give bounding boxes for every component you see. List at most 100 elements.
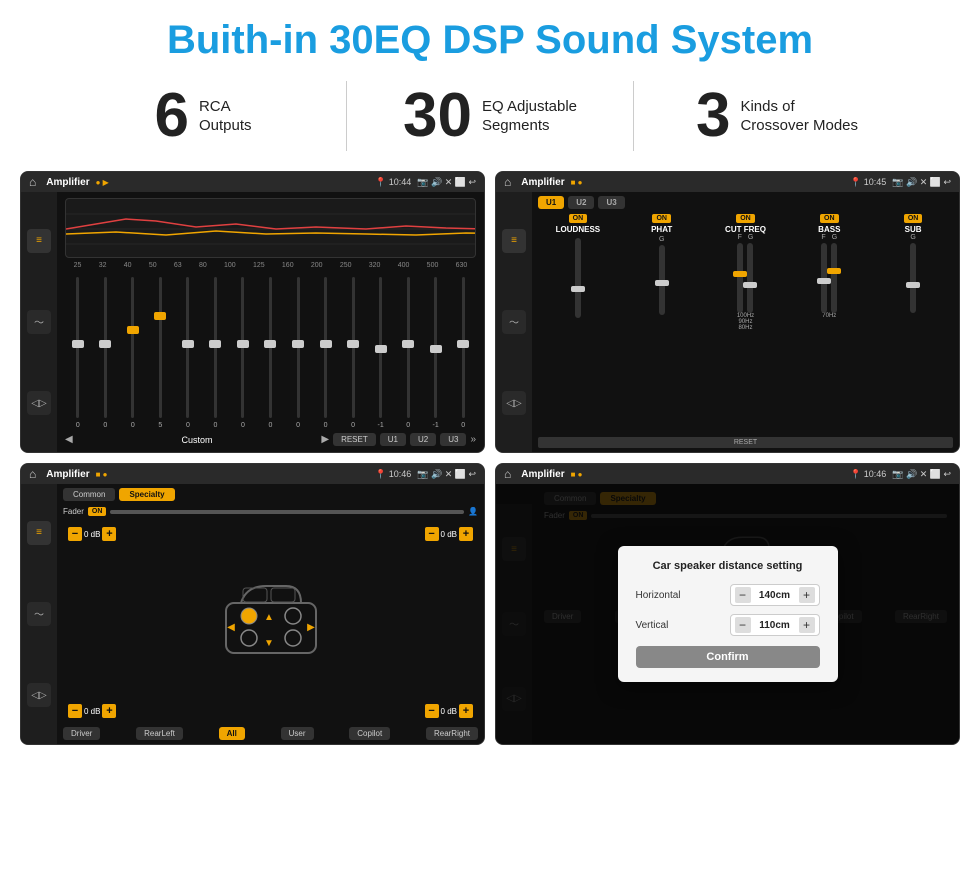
eq-prev-arrow[interactable]: ◀	[65, 434, 73, 445]
user-btn[interactable]: User	[281, 727, 314, 740]
sidebar-vol-icon-2[interactable]: ◁▷	[502, 391, 526, 415]
eq-bottom-controls: ◀ Custom ▶ RESET U1 U2 U3 »	[65, 433, 476, 446]
fader-slider[interactable]	[110, 510, 464, 514]
u1-button[interactable]: U1	[380, 433, 406, 446]
sidebar-eq-icon[interactable]: ≡	[27, 229, 51, 253]
fader-label: Fader	[63, 507, 84, 516]
loudness-on-badge: ON	[569, 214, 588, 223]
stats-row: 6 RCA Outputs 30 EQ Adjustable Segments …	[0, 73, 980, 165]
vertical-minus-btn[interactable]: −	[735, 617, 751, 633]
screen-crossover: ⌂ Amplifier ■ ● 📍 10:45 📷 🔊 ✕ ⬜ ↩ ≡ 〜 ◁▷…	[495, 171, 960, 453]
vol-bottom-left: − 0 dB +	[68, 704, 116, 718]
home-icon-2[interactable]: ⌂	[504, 175, 511, 189]
sidebar-eq-icon-2[interactable]: ≡	[502, 229, 526, 253]
horizontal-plus-btn[interactable]: +	[799, 587, 815, 603]
channel-phat: ON PHAT G	[622, 214, 702, 430]
screen1-sidebar: ≡ 〜 ◁▷	[21, 192, 57, 452]
reset-button[interactable]: RESET	[333, 433, 376, 446]
screen3-time: 📍 10:46	[375, 469, 411, 480]
vol-top-right: − 0 dB +	[425, 527, 473, 541]
screen1-title: Amplifier	[46, 177, 89, 188]
eq-slider-2[interactable]: 0	[120, 273, 146, 429]
more-icon[interactable]: »	[470, 434, 476, 445]
eq-preset-label: Custom	[77, 435, 318, 445]
eq-slider-13[interactable]: -1	[423, 273, 449, 429]
sidebar-wave-icon[interactable]: 〜	[27, 310, 51, 334]
sidebar-vol-icon[interactable]: ◁▷	[27, 391, 51, 415]
vol-plus-br[interactable]: +	[459, 704, 473, 718]
eq-slider-1[interactable]: 0	[93, 273, 119, 429]
confirm-button[interactable]: Confirm	[636, 646, 820, 668]
u1-preset-btn[interactable]: U1	[538, 196, 564, 209]
person-icon: 👤	[468, 507, 478, 516]
eq-panel: 253240506380100125160200250320400500630 …	[57, 192, 484, 452]
horizontal-minus-btn[interactable]: −	[735, 587, 751, 603]
eq-slider-3[interactable]: 5	[148, 273, 174, 429]
all-btn[interactable]: All	[219, 727, 245, 740]
vol-plus-tl[interactable]: +	[102, 527, 116, 541]
fader-on-badge: ON	[88, 507, 107, 516]
home-icon[interactable]: ⌂	[29, 175, 36, 189]
screen2-icons: 📷 🔊 ✕ ⬜ ↩	[892, 177, 951, 188]
sidebar-wave-icon-3[interactable]: 〜	[27, 602, 51, 626]
eq-slider-0[interactable]: 0	[65, 273, 91, 429]
copilot-btn[interactable]: Copilot	[349, 727, 390, 740]
vertical-label: Vertical	[636, 620, 696, 631]
stat-label-rca: RCA Outputs	[199, 97, 252, 136]
screen2-title: Amplifier	[521, 177, 564, 188]
vertical-plus-btn[interactable]: +	[799, 617, 815, 633]
eq-slider-12[interactable]: 0	[395, 273, 421, 429]
rearleft-btn[interactable]: RearLeft	[136, 727, 183, 740]
vertical-input[interactable]: − 110cm +	[730, 614, 820, 636]
phat-label: PHAT	[651, 225, 672, 234]
eq-slider-8[interactable]: 0	[285, 273, 311, 429]
eq-slider-4[interactable]: 0	[175, 273, 201, 429]
svg-text:◀: ◀	[227, 622, 235, 633]
home-icon-3[interactable]: ⌂	[29, 467, 36, 481]
eq-slider-5[interactable]: 0	[203, 273, 229, 429]
crossover-reset-btn[interactable]: RESET	[538, 437, 953, 448]
vol-minus-br[interactable]: −	[425, 704, 439, 718]
horizontal-input[interactable]: − 140cm +	[730, 584, 820, 606]
eq-sliders[interactable]: 0 0 0 5 0	[65, 273, 476, 429]
tab-specialty[interactable]: Specialty	[119, 488, 174, 501]
u3-button[interactable]: U3	[440, 433, 466, 446]
topbar-screen1: ⌂ Amplifier ● ▶ 📍 10:44 📷 🔊 ✕ ⬜ ↩	[21, 172, 484, 192]
eq-next-arrow[interactable]: ▶	[321, 434, 329, 445]
screen3-sidebar: ≡ 〜 ◁▷	[21, 484, 57, 744]
page-title: Buith-in 30EQ DSP Sound System	[0, 0, 980, 73]
sidebar-eq-icon-3[interactable]: ≡	[27, 521, 51, 545]
sidebar-vol-icon-3[interactable]: ◁▷	[27, 683, 51, 707]
screen3-title: Amplifier	[46, 469, 89, 480]
car-svg: ▲ ▼ ◀ ▶	[211, 578, 331, 668]
screen2-body: ≡ 〜 ◁▷ U1 U2 U3 ON LOUDNESS	[496, 192, 959, 452]
u3-preset-btn[interactable]: U3	[598, 196, 624, 209]
screen1-body: ≡ 〜 ◁▷	[21, 192, 484, 452]
vol-minus-bl[interactable]: −	[68, 704, 82, 718]
stat-crossover: 3 Kinds of Crossover Modes	[634, 85, 920, 147]
vol-minus-tl[interactable]: −	[68, 527, 82, 541]
driver-btn[interactable]: Driver	[63, 727, 100, 740]
u2-button[interactable]: U2	[410, 433, 436, 446]
channel-bass: ON BASS FG 70Hz	[789, 214, 869, 430]
screen4-title: Amplifier	[521, 469, 564, 480]
home-icon-4[interactable]: ⌂	[504, 467, 511, 481]
rearright-btn[interactable]: RearRight	[426, 727, 478, 740]
screen-distance: ⌂ Amplifier ■ ● 📍 10:46 📷 🔊 ✕ ⬜ ↩ ≡ 〜 ◁▷…	[495, 463, 960, 745]
eq-graph	[65, 198, 476, 258]
eq-slider-7[interactable]: 0	[258, 273, 284, 429]
vol-plus-bl[interactable]: +	[102, 704, 116, 718]
screen4-time: 📍 10:46	[850, 469, 886, 480]
eq-slider-11[interactable]: -1	[368, 273, 394, 429]
tab-common[interactable]: Common	[63, 488, 115, 501]
vol-plus-tr[interactable]: +	[459, 527, 473, 541]
channel-sub: ON SUB G	[873, 214, 953, 430]
eq-slider-6[interactable]: 0	[230, 273, 256, 429]
vol-minus-tr[interactable]: −	[425, 527, 439, 541]
u2-preset-btn[interactable]: U2	[568, 196, 594, 209]
eq-slider-9[interactable]: 0	[313, 273, 339, 429]
eq-slider-14[interactable]: 0	[450, 273, 476, 429]
sidebar-wave-icon-2[interactable]: 〜	[502, 310, 526, 334]
crossover-channels: ON LOUDNESS ON PHAT G	[538, 214, 953, 430]
eq-slider-10[interactable]: 0	[340, 273, 366, 429]
